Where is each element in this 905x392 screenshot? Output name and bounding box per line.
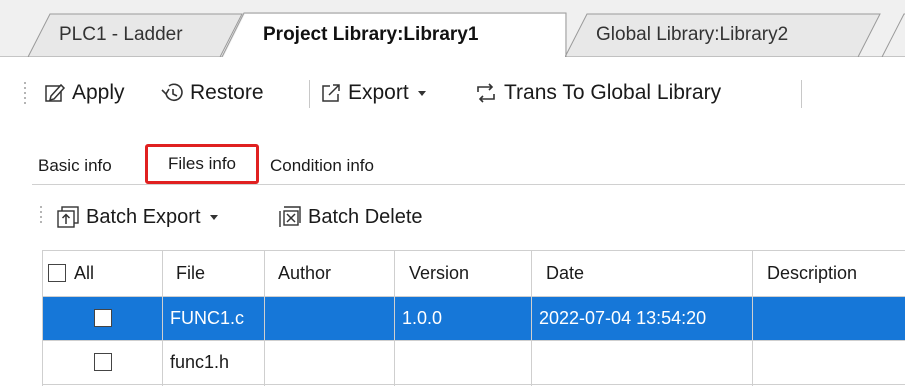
tab-basic-info[interactable]: Basic info xyxy=(38,148,112,184)
tab-project-library[interactable]: Project Library:Library1 xyxy=(263,23,478,47)
batch-delete-icon xyxy=(279,206,301,227)
tab-files-info[interactable]: Files info xyxy=(145,144,259,184)
library-toolbar: Apply Restore Export Trans To Global Lib… xyxy=(0,70,905,116)
export-icon xyxy=(322,84,340,102)
edit-icon xyxy=(45,83,66,102)
batch-export-label: Batch Export xyxy=(86,205,201,228)
files-table: All File Author Version Date Description… xyxy=(42,250,905,386)
table-row[interactable]: func1.h xyxy=(42,340,905,384)
cell-date xyxy=(531,340,752,384)
cell-description xyxy=(752,340,905,384)
tab-global-library[interactable]: Global Library:Library2 xyxy=(596,23,788,47)
table-row[interactable]: FUNC1.c 1.0.0 2022-07-04 13:54:20 xyxy=(42,296,905,340)
tab-condition-info[interactable]: Condition info xyxy=(270,148,374,184)
document-tab-bar: PLC1 - Ladder Project Library:Library1 G… xyxy=(0,0,905,58)
cell-file: FUNC1.c xyxy=(170,307,245,328)
table-header: All File Author Version Date Description xyxy=(42,250,905,296)
row-checkbox[interactable] xyxy=(94,353,112,371)
trans-icon xyxy=(477,83,495,103)
row-select-cell[interactable] xyxy=(42,296,154,340)
cell-date: 2022-07-04 13:54:20 xyxy=(539,307,707,328)
trans-label: Trans To Global Library xyxy=(504,81,722,104)
export-label: Export xyxy=(348,81,409,104)
cell-version xyxy=(394,340,531,384)
cell-description xyxy=(752,296,905,340)
batch-delete-label: Batch Delete xyxy=(308,205,423,228)
row-select-cell[interactable] xyxy=(42,340,154,384)
chevron-down-icon[interactable] xyxy=(417,90,426,96)
subtab-baseline xyxy=(32,184,905,185)
header-file[interactable]: File xyxy=(168,250,264,296)
restore-button[interactable]: Restore xyxy=(160,70,264,116)
apply-button[interactable]: Apply xyxy=(44,70,125,116)
grid-line xyxy=(394,250,395,386)
toolbar-separator xyxy=(309,80,310,108)
cell-file: func1.h xyxy=(170,351,230,372)
restore-label: Restore xyxy=(190,81,264,104)
trans-to-global-button[interactable]: Trans To Global Library xyxy=(474,70,721,116)
cell-author xyxy=(264,340,394,384)
grid-line xyxy=(42,250,43,386)
header-version[interactable]: Version xyxy=(401,250,527,296)
toolbar-separator xyxy=(801,80,802,108)
grid-line xyxy=(42,250,905,251)
select-all-checkbox[interactable] xyxy=(48,264,66,282)
grid-line xyxy=(42,296,905,297)
files-toolbar: Batch Export Batch Delete xyxy=(32,196,905,238)
header-author[interactable]: Author xyxy=(270,250,390,296)
chevron-down-icon[interactable] xyxy=(209,214,218,220)
toolbar-grip[interactable] xyxy=(24,82,27,107)
grid-line xyxy=(42,340,905,341)
tab-plc1-ladder[interactable]: PLC1 - Ladder xyxy=(59,23,183,47)
cell-author xyxy=(264,296,394,340)
header-description[interactable]: Description xyxy=(759,250,905,296)
grid-line xyxy=(264,250,265,386)
row-checkbox[interactable] xyxy=(94,309,112,327)
header-all[interactable]: All xyxy=(42,250,154,296)
export-button[interactable]: Export xyxy=(320,70,426,116)
toolbar-grip[interactable] xyxy=(40,206,43,226)
grid-line xyxy=(162,250,163,386)
batch-export-button[interactable]: Batch Export xyxy=(56,196,218,238)
grid-line xyxy=(752,250,753,386)
grid-line xyxy=(531,250,532,386)
restore-icon xyxy=(161,83,183,102)
cell-version: 1.0.0 xyxy=(402,307,443,328)
header-date[interactable]: Date xyxy=(538,250,748,296)
batch-export-icon xyxy=(57,206,79,228)
batch-delete-button[interactable]: Batch Delete xyxy=(278,196,423,238)
grid-line xyxy=(42,384,905,385)
apply-label: Apply xyxy=(72,81,125,104)
header-all-label: All xyxy=(74,262,95,283)
